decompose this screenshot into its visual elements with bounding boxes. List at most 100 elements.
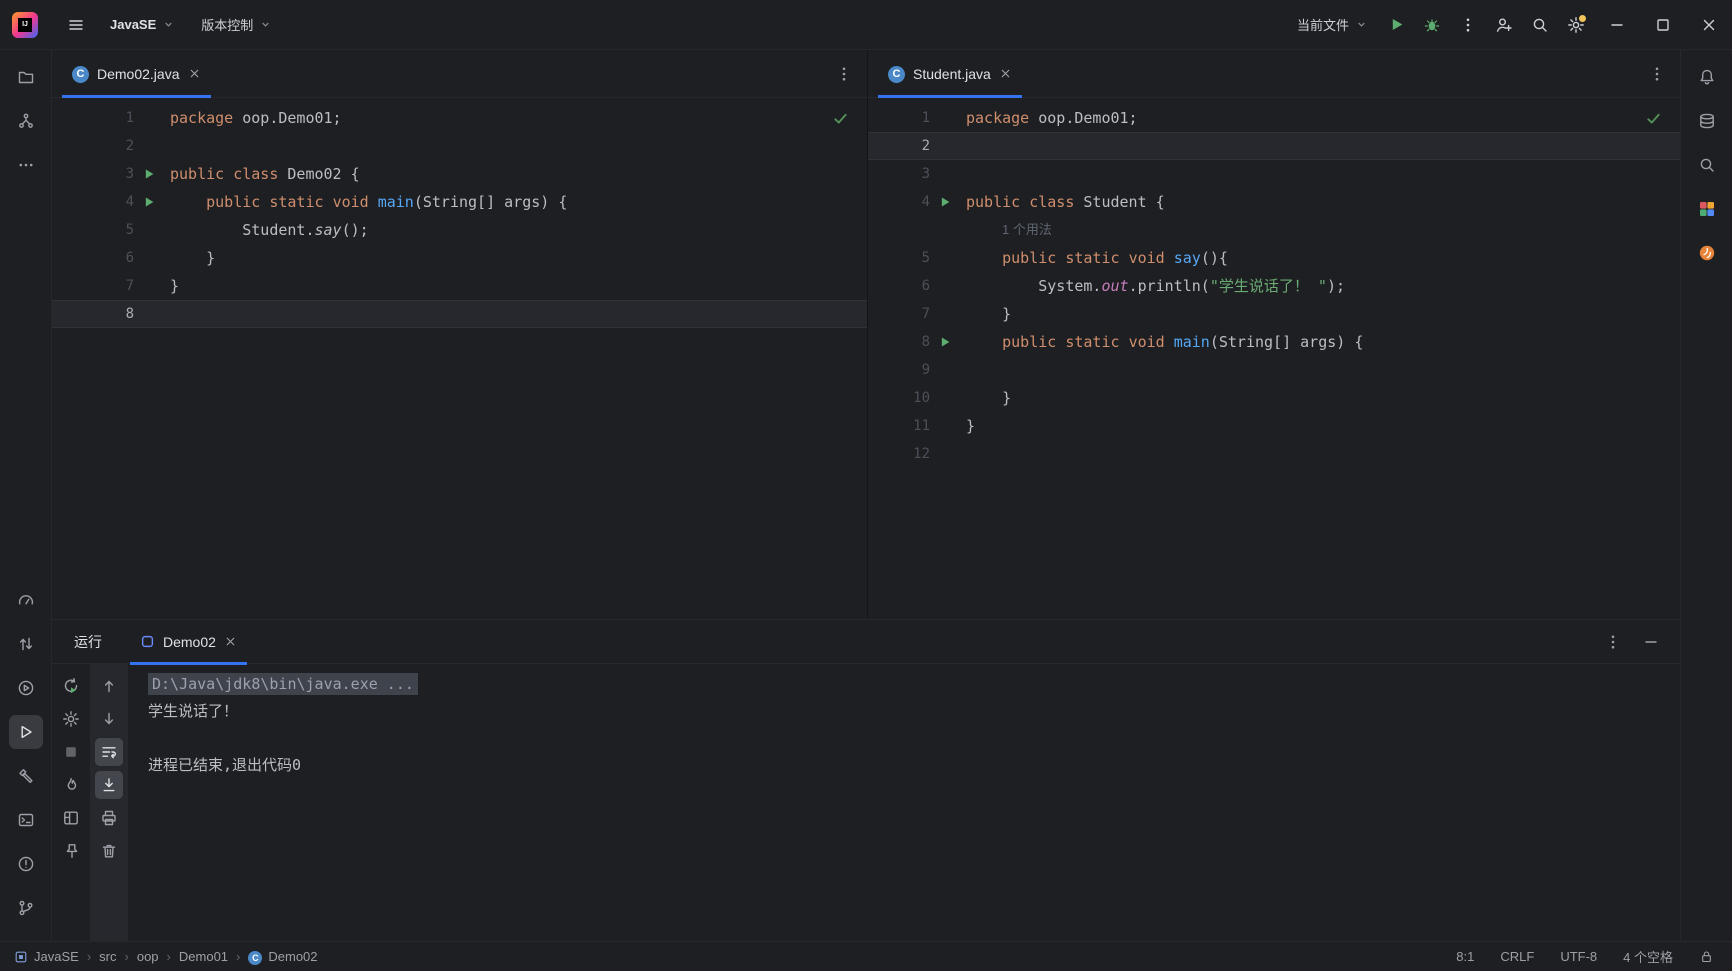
scroll-end-icon[interactable] bbox=[95, 771, 123, 799]
project-selector[interactable]: JavaSE bbox=[100, 11, 185, 38]
code-line[interactable]: 1package oop.Demo01; bbox=[868, 104, 1680, 132]
editor-gutter[interactable]: 3 bbox=[52, 160, 164, 188]
settings-gear-icon[interactable] bbox=[1558, 7, 1594, 43]
bell-icon[interactable] bbox=[1690, 60, 1724, 94]
code-text[interactable]: public static void say(){ bbox=[960, 244, 1228, 272]
soft-wrap-icon[interactable] bbox=[95, 738, 123, 766]
code-editor[interactable]: 1package oop.Demo01;234public class Stud… bbox=[868, 98, 1680, 619]
inspections-ok-icon[interactable] bbox=[832, 110, 849, 127]
code-text[interactable] bbox=[960, 356, 966, 384]
maximize-button[interactable] bbox=[1640, 0, 1686, 50]
file-encoding-indicator[interactable]: UTF-8 bbox=[1560, 949, 1597, 964]
editor-gutter[interactable]: 2 bbox=[868, 132, 960, 160]
gear-icon[interactable] bbox=[57, 705, 85, 733]
pin-icon[interactable] bbox=[57, 837, 85, 865]
line-separator-indicator[interactable]: CRLF bbox=[1500, 949, 1534, 964]
editor-gutter[interactable] bbox=[868, 216, 960, 244]
folder-icon[interactable] bbox=[9, 60, 43, 94]
magnifier-icon[interactable] bbox=[1690, 148, 1724, 182]
more-actions-icon[interactable] bbox=[1450, 7, 1486, 43]
code-text[interactable]: } bbox=[960, 300, 1011, 328]
breadcrumb-item-oop[interactable]: oop bbox=[137, 949, 159, 964]
code-line[interactable]: 4public class Student { bbox=[868, 188, 1680, 216]
breadcrumb-item-src[interactable]: src bbox=[99, 949, 116, 964]
code-editor[interactable]: 1package oop.Demo01;23public class Demo0… bbox=[52, 98, 867, 619]
editor-gutter[interactable]: 3 bbox=[868, 160, 960, 188]
indent-indicator[interactable]: 4 个空格 bbox=[1623, 947, 1673, 966]
editor-gutter[interactable]: 8 bbox=[52, 300, 164, 328]
editor-gutter[interactable]: 4 bbox=[52, 188, 164, 216]
code-line[interactable]: 5 Student.say(); bbox=[52, 216, 867, 244]
gauge-icon[interactable] bbox=[9, 583, 43, 617]
code-text[interactable]: } bbox=[960, 384, 1011, 412]
code-line[interactable]: 5 public static void say(){ bbox=[868, 244, 1680, 272]
run-play-icon[interactable] bbox=[9, 715, 43, 749]
hammer-icon[interactable] bbox=[9, 759, 43, 793]
main-menu-icon[interactable] bbox=[58, 7, 94, 43]
code-text[interactable] bbox=[164, 132, 170, 160]
printer-icon[interactable] bbox=[95, 804, 123, 832]
inspections-ok-icon[interactable] bbox=[1645, 110, 1662, 127]
run-console[interactable]: D:\Java\jdk8\bin\java.exe ...学生说话了！进程已结束… bbox=[128, 664, 1680, 941]
terminal-icon[interactable] bbox=[9, 803, 43, 837]
run-gutter-icon[interactable] bbox=[930, 328, 960, 356]
hide-panel-icon[interactable] bbox=[1642, 633, 1660, 651]
run-gutter-icon[interactable] bbox=[930, 188, 960, 216]
code-line[interactable]: 8 public static void main(String[] args)… bbox=[868, 328, 1680, 356]
structure-icon[interactable] bbox=[9, 104, 43, 138]
code-line[interactable]: 2 bbox=[868, 132, 1680, 160]
code-line[interactable]: 7 } bbox=[868, 300, 1680, 328]
code-line[interactable]: 7} bbox=[52, 272, 867, 300]
colorful-grid-icon[interactable] bbox=[1690, 192, 1724, 226]
run-gutter-icon[interactable] bbox=[134, 188, 164, 216]
search-everywhere-icon[interactable] bbox=[1522, 7, 1558, 43]
editor-tab-student[interactable]: C Student.java bbox=[878, 50, 1022, 97]
lock-icon[interactable] bbox=[1699, 949, 1714, 964]
git-branch-icon[interactable] bbox=[9, 891, 43, 925]
close-tab-icon[interactable] bbox=[999, 67, 1012, 80]
code-text[interactable]: } bbox=[960, 412, 975, 440]
editor-gutter[interactable]: 6 bbox=[52, 244, 164, 272]
run-config-selector[interactable]: 当前文件 bbox=[1287, 9, 1378, 40]
code-text[interactable]: 1 个用法 bbox=[960, 216, 1052, 244]
editor-gutter[interactable]: 12 bbox=[868, 440, 960, 468]
console-line[interactable]: 进程已结束,退出代码0 bbox=[148, 753, 1680, 780]
more-horizontal-icon[interactable] bbox=[9, 148, 43, 182]
inlay-usages-hint[interactable]: 1 个用法 bbox=[868, 216, 1680, 244]
close-tab-icon[interactable] bbox=[224, 635, 237, 648]
trash-icon[interactable] bbox=[95, 837, 123, 865]
breadcrumb-item-demo02[interactable]: CDemo02 bbox=[248, 949, 317, 965]
code-line[interactable]: 9 bbox=[868, 356, 1680, 384]
editor-gutter[interactable]: 8 bbox=[868, 328, 960, 356]
code-text[interactable]: package oop.Demo01; bbox=[164, 104, 342, 132]
run-tab-demo02[interactable]: Demo02 bbox=[130, 620, 247, 664]
editor-options-icon[interactable] bbox=[835, 65, 853, 83]
code-text[interactable] bbox=[960, 132, 966, 160]
editor-gutter[interactable]: 2 bbox=[52, 132, 164, 160]
code-line[interactable]: 3public class Demo02 { bbox=[52, 160, 867, 188]
editor-gutter[interactable]: 4 bbox=[868, 188, 960, 216]
breadcrumb-item-javase[interactable]: JavaSE bbox=[14, 949, 79, 964]
run-gutter-icon[interactable] bbox=[134, 160, 164, 188]
code-line[interactable]: 6 System.out.println("学生说话了！ "); bbox=[868, 272, 1680, 300]
editor-tab-demo02[interactable]: C Demo02.java bbox=[62, 50, 211, 97]
code-text[interactable] bbox=[960, 440, 966, 468]
code-line[interactable]: 8 bbox=[52, 300, 867, 328]
console-line[interactable]: D:\Java\jdk8\bin\java.exe ... bbox=[148, 672, 1680, 699]
editor-gutter[interactable]: 11 bbox=[868, 412, 960, 440]
layout-icon[interactable] bbox=[57, 804, 85, 832]
code-line[interactable]: 12 bbox=[868, 440, 1680, 468]
arrows-up-down-icon[interactable] bbox=[9, 627, 43, 661]
breadcrumb-item-demo01[interactable]: Demo01 bbox=[179, 949, 228, 964]
code-text[interactable]: Student.say(); bbox=[164, 216, 369, 244]
code-with-me-icon[interactable] bbox=[1486, 7, 1522, 43]
editor-gutter[interactable]: 5 bbox=[868, 244, 960, 272]
flame-icon[interactable] bbox=[57, 771, 85, 799]
run-button[interactable] bbox=[1378, 7, 1414, 43]
editor-gutter[interactable]: 7 bbox=[868, 300, 960, 328]
code-line[interactable]: 2 bbox=[52, 132, 867, 160]
arrow-up-icon[interactable] bbox=[95, 672, 123, 700]
editor-gutter[interactable]: 1 bbox=[868, 104, 960, 132]
code-text[interactable]: public class Demo02 { bbox=[164, 160, 360, 188]
code-line[interactable]: 11} bbox=[868, 412, 1680, 440]
